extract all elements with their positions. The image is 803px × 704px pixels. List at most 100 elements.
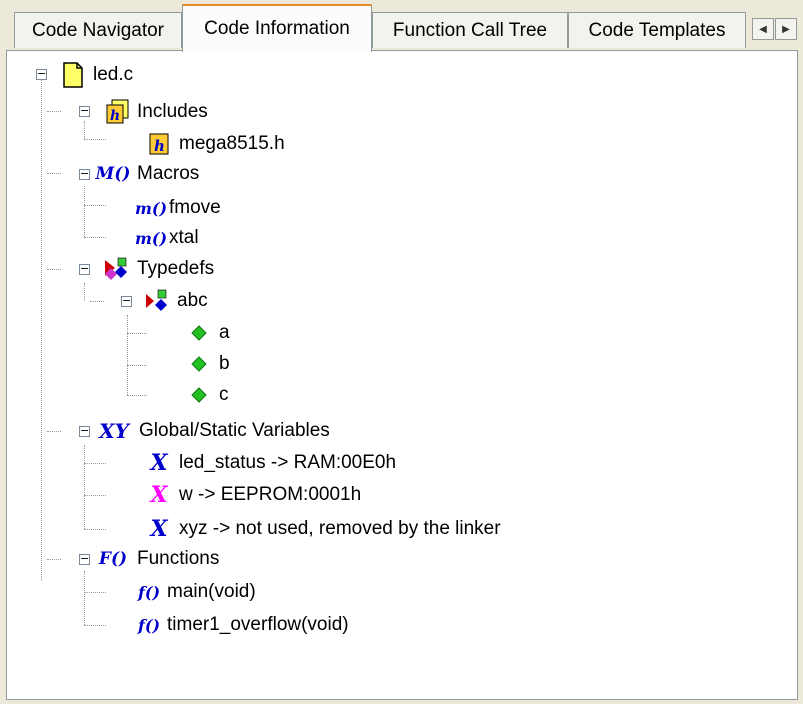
tree-line — [84, 283, 85, 301]
code-tree: − − − − − − − led.c h Includes h mega851… — [7, 51, 797, 699]
tree-line — [47, 559, 61, 560]
tree-line — [84, 237, 106, 238]
tab-function-call-tree[interactable]: Function Call Tree — [372, 12, 568, 48]
tree-node-includes[interactable]: h Includes — [103, 97, 208, 127]
scroll-right-button[interactable]: ▶ — [775, 18, 797, 40]
node-label: w -> EEPROM:0001h — [179, 484, 362, 505]
node-label: led.c — [93, 64, 134, 85]
header-file-icon: h — [145, 130, 173, 158]
tree-line — [127, 395, 147, 396]
tree-line — [84, 529, 106, 530]
typedefs-icon — [103, 255, 131, 283]
collapse-toggle[interactable]: − — [79, 168, 90, 180]
member-diamond-icon — [185, 381, 213, 409]
tree-node-member[interactable]: c — [185, 380, 229, 410]
node-label: Typedefs — [137, 258, 215, 279]
tab-label: Code Information — [204, 18, 350, 39]
node-label: led_status -> RAM:00E0h — [179, 452, 397, 473]
node-label: b — [219, 353, 230, 374]
tree-line — [41, 77, 42, 581]
tree-line — [127, 365, 147, 366]
svg-text:h: h — [154, 137, 165, 155]
variable-ram-icon: X — [150, 450, 168, 476]
tree-line — [84, 463, 106, 464]
struct-icon — [143, 287, 171, 315]
tree-line — [47, 111, 61, 112]
collapse-toggle[interactable]: − — [79, 553, 90, 565]
tree-line — [47, 269, 61, 270]
node-label: abc — [177, 290, 208, 311]
tree-node-globals[interactable]: XY Global/Static Variables — [95, 416, 330, 446]
tab-strip: Code Navigator Code Information Function… — [0, 0, 803, 52]
c-file-icon — [59, 61, 87, 89]
tree-node-function[interactable]: f() main(void) — [133, 577, 256, 607]
tab-label: Code Templates — [588, 19, 726, 41]
tab-label: Code Navigator — [31, 19, 165, 41]
tree-line — [84, 495, 106, 496]
includes-icon: h — [103, 98, 131, 126]
macro-item-icon: m() — [134, 228, 168, 248]
variables-icon: XY — [99, 419, 129, 443]
tree-node-macro-item[interactable]: m() fmove — [135, 193, 221, 223]
svg-text:h: h — [110, 108, 120, 124]
function-icon: f() — [137, 582, 161, 602]
tab-code-templates[interactable]: Code Templates — [568, 12, 746, 48]
tree-node-variable[interactable]: X w -> EEPROM:0001h — [145, 480, 361, 510]
tree-line — [84, 205, 106, 206]
macro-icon: M() — [95, 164, 131, 184]
collapse-toggle[interactable]: − — [36, 68, 47, 80]
function-icon: f() — [137, 615, 161, 635]
tree-line — [84, 625, 106, 626]
tree-line — [84, 186, 85, 237]
tree-node-typedef-item[interactable]: abc — [143, 286, 208, 316]
node-label: timer1_overflow(void) — [167, 614, 349, 635]
tree-line — [47, 173, 61, 174]
tree-line — [84, 445, 85, 529]
variable-ram-icon: X — [150, 516, 168, 542]
node-label: fmove — [169, 197, 221, 218]
tree-line — [90, 301, 104, 302]
tree-line — [84, 592, 106, 593]
node-label: mega8515.h — [179, 133, 285, 154]
tree-node-variable[interactable]: X xyz -> not used, removed by the linker — [145, 514, 501, 544]
chevron-left-icon: ◀ — [759, 23, 767, 35]
tree-node-function[interactable]: f() timer1_overflow(void) — [133, 610, 349, 640]
scroll-left-button[interactable]: ◀ — [752, 18, 774, 40]
collapse-toggle[interactable]: − — [79, 263, 90, 275]
collapse-toggle[interactable]: − — [79, 105, 90, 117]
tree-line — [47, 431, 61, 432]
tree-line — [84, 139, 106, 140]
tree-node-include-item[interactable]: h mega8515.h — [145, 129, 285, 159]
functions-icon: F() — [98, 549, 128, 569]
node-label: Includes — [137, 101, 208, 122]
macro-item-icon: m() — [134, 198, 168, 218]
tree-line — [84, 571, 85, 625]
tree-node-file[interactable]: led.c — [59, 60, 133, 90]
node-label: a — [219, 322, 230, 343]
node-label: c — [219, 384, 229, 405]
tree-node-macros[interactable]: M() Macros — [95, 159, 200, 189]
tab-code-navigator[interactable]: Code Navigator — [14, 12, 182, 48]
node-label: xtal — [169, 227, 199, 248]
collapse-toggle[interactable]: − — [79, 425, 90, 437]
tree-node-functions[interactable]: F() Functions — [95, 544, 219, 574]
tree-line — [127, 333, 147, 334]
member-diamond-icon — [185, 319, 213, 347]
tab-label: Function Call Tree — [392, 19, 548, 41]
node-label: main(void) — [167, 581, 256, 602]
node-label: Macros — [137, 163, 200, 184]
tree-node-member[interactable]: b — [185, 349, 230, 379]
tab-code-information[interactable]: Code Information — [182, 4, 372, 52]
tree-node-variable[interactable]: X led_status -> RAM:00E0h — [145, 448, 396, 478]
tree-line — [127, 315, 128, 395]
node-label: xyz -> not used, removed by the linker — [179, 518, 501, 539]
tree-node-typedefs[interactable]: Typedefs — [103, 254, 214, 284]
tree-node-member[interactable]: a — [185, 318, 230, 348]
chevron-right-icon: ▶ — [782, 23, 790, 35]
tree-line — [84, 121, 85, 139]
variable-eeprom-icon: X — [150, 482, 168, 508]
code-information-panel: − − − − − − − led.c h Includes h mega851… — [6, 50, 798, 700]
member-diamond-icon — [185, 350, 213, 378]
collapse-toggle[interactable]: − — [121, 295, 132, 307]
tree-node-macro-item[interactable]: m() xtal — [135, 223, 199, 253]
